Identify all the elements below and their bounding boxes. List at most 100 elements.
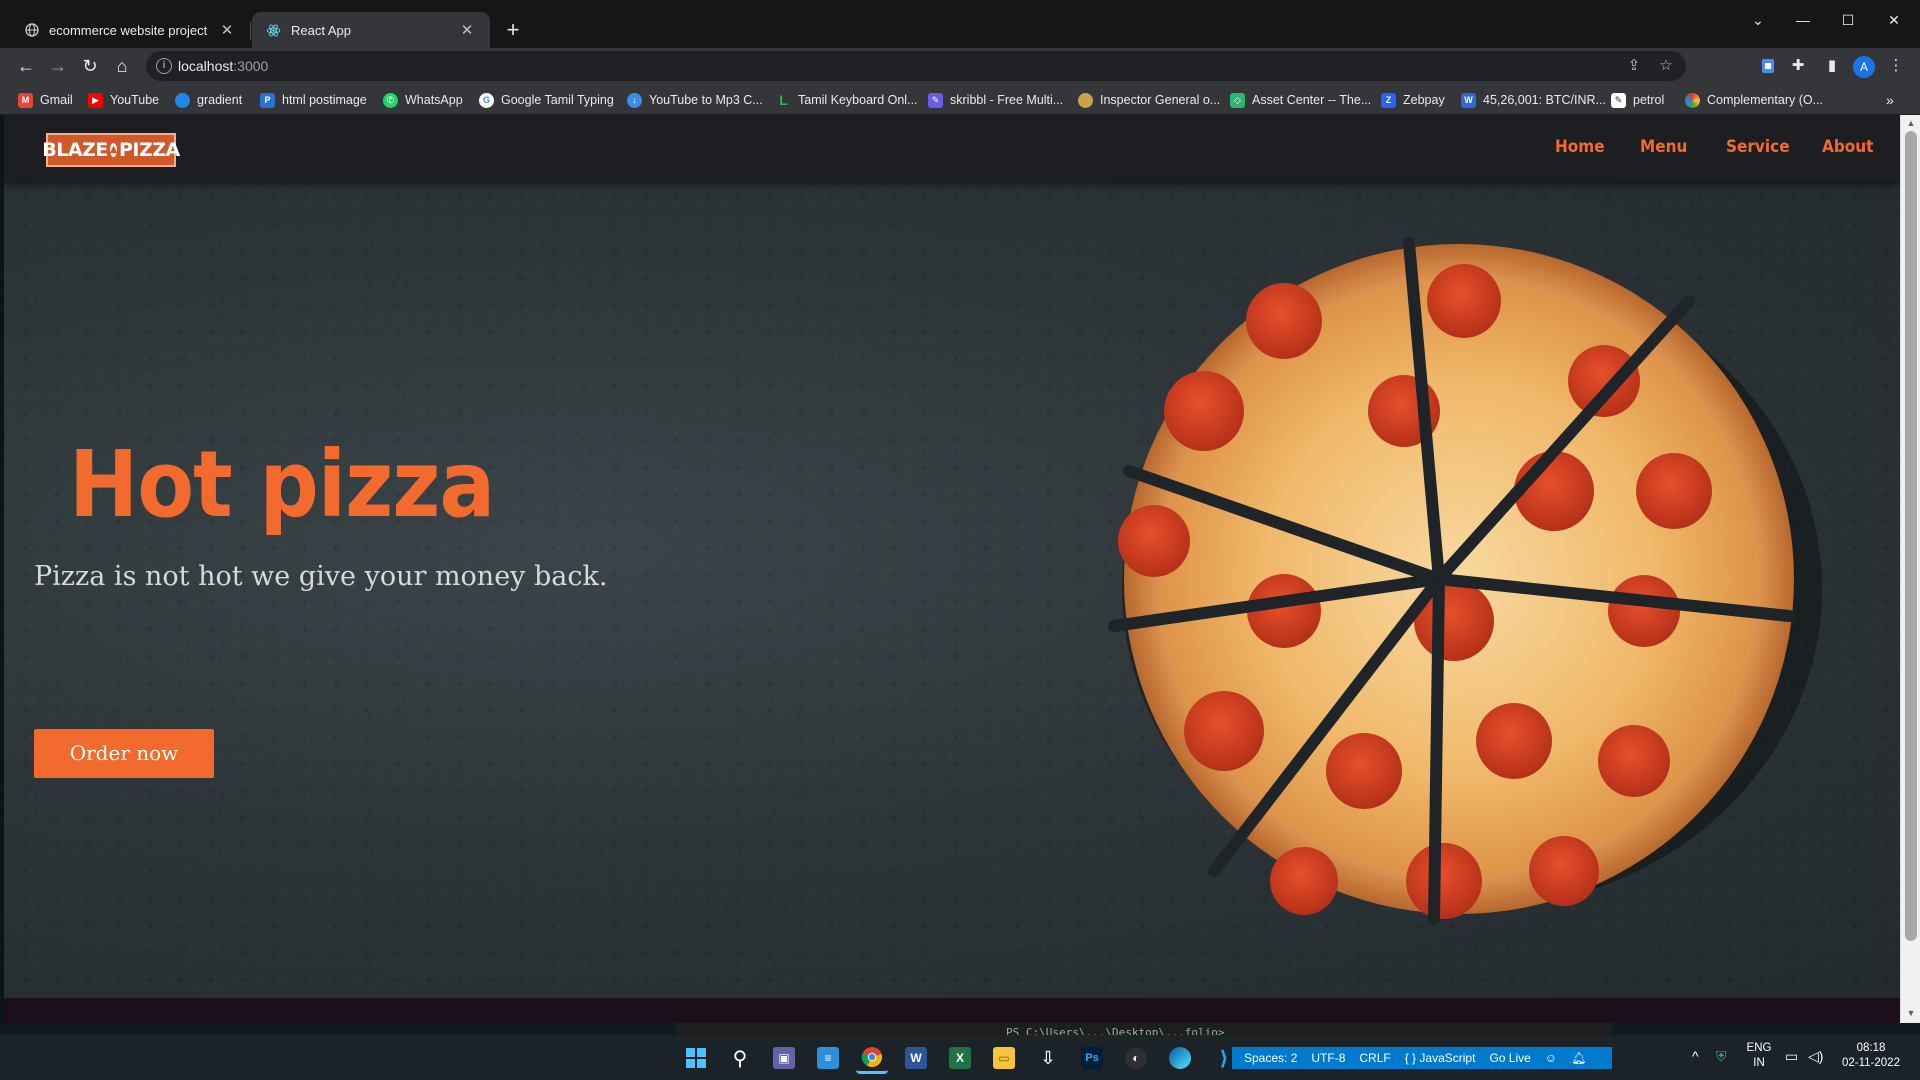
photoshop-icon[interactable]: Ps	[1076, 1042, 1108, 1074]
keyboard-l-icon: L	[779, 92, 788, 108]
bookmark-tamil-typing[interactable]: G Google Tamil Typing	[479, 90, 614, 110]
bookmark-whatsapp[interactable]: ✆ WhatsApp	[383, 90, 463, 110]
colorwheel-icon	[1685, 92, 1700, 108]
whatsapp-icon: ✆	[383, 92, 398, 108]
gmail-icon: M	[18, 92, 33, 108]
pizza-image	[1108, 237, 1822, 925]
teams-chat-icon[interactable]: ▣	[768, 1042, 800, 1074]
windows-taskbar: ⚲ ▣ ≡ W X ▭ ⇩ Ps ◐ ⟩ Spaces: 2 UTF-8 CRL…	[0, 1035, 1920, 1080]
emblem-icon	[1078, 92, 1093, 108]
status-encoding[interactable]: UTF-8	[1311, 1051, 1345, 1065]
bookmark-tamil-keyboard[interactable]: L Tamil Keyboard Onl...	[776, 90, 917, 110]
side-panel-icon[interactable]: ▮	[1820, 54, 1844, 78]
edge-icon[interactable]	[1164, 1042, 1196, 1074]
youtube-icon: ▶	[88, 92, 103, 108]
profile-avatar[interactable]: A	[1853, 56, 1875, 78]
maximize-icon[interactable]: ☐	[1828, 8, 1868, 32]
bookmark-zebpay[interactable]: Z Zebpay	[1381, 90, 1445, 110]
postimage-icon: P	[260, 92, 275, 108]
forward-icon[interactable]: →	[44, 52, 72, 80]
site-navbar: BLAZE ▲ PIZZA Home Menu Service About	[4, 115, 1900, 181]
clock[interactable]: 08:18 02-11-2022	[1836, 1041, 1906, 1071]
site-logo[interactable]: BLAZE ▲ PIZZA	[42, 133, 180, 167]
file-explorer-icon[interactable]: ▭	[988, 1042, 1020, 1074]
share-icon[interactable]: ⇪	[1624, 56, 1644, 76]
bookmark-btc-inr[interactable]: W 45,26,001: BTC/INR...	[1461, 90, 1606, 110]
word-icon[interactable]: W	[900, 1042, 932, 1074]
bookmark-postimage[interactable]: Phtml postimage	[260, 90, 367, 110]
volume-icon[interactable]: ◁)	[1808, 1048, 1823, 1065]
status-language[interactable]: { } JavaScript	[1405, 1051, 1476, 1065]
obs-icon[interactable]: ◐	[1120, 1042, 1152, 1074]
window-close-icon[interactable]: ✕	[1874, 8, 1914, 32]
tab-search-icon[interactable]: ⌄	[1738, 8, 1778, 32]
bookmark-petrol[interactable]: ✎ petrol	[1611, 90, 1664, 110]
security-shield-icon[interactable]: ⛨	[1716, 1048, 1727, 1065]
search-icon[interactable]: ⚲	[724, 1042, 756, 1074]
tab-title: React App	[291, 22, 351, 38]
bookmark-inspector[interactable]: Inspector General o...	[1078, 90, 1220, 110]
chevron-up-icon[interactable]: ^	[1692, 1048, 1699, 1064]
flame-icon: ▲	[109, 143, 118, 157]
minimize-icon[interactable]: —	[1783, 8, 1823, 32]
address-bar[interactable]: i localhost:3000 ⇪ ☆	[146, 51, 1686, 81]
zebpay-icon: Z	[1381, 92, 1396, 108]
reload-icon[interactable]: ↻	[76, 52, 104, 80]
bell-icon[interactable]: 🔔︎	[1571, 1051, 1586, 1065]
more-bookmarks-icon[interactable]: »	[1886, 90, 1894, 110]
hero-subtitle: Pizza is not hot we give your money back…	[34, 561, 608, 592]
tab-strip: ecommerce website project ✕ React App ✕ …	[0, 0, 1920, 48]
bookmark-star-icon[interactable]: ☆	[1656, 56, 1676, 76]
bookmark-complementary[interactable]: Complementary (O...	[1685, 90, 1823, 110]
scroll-down-icon[interactable]: ▼	[1905, 1007, 1917, 1019]
page-footer-strip	[4, 998, 1900, 1023]
bookmark-asset-center[interactable]: ◇ Asset Center -- The...	[1230, 90, 1371, 110]
back-icon[interactable]: ←	[12, 52, 40, 80]
nav-menu[interactable]: Menu	[1640, 137, 1687, 157]
new-tab-button[interactable]: +	[500, 18, 526, 44]
bookmark-gmail[interactable]: M Gmail	[18, 90, 73, 110]
nav-home[interactable]: Home	[1555, 137, 1605, 157]
extension-translate-icon[interactable]	[1756, 54, 1780, 78]
excel-icon[interactable]: X	[944, 1042, 976, 1074]
wazirx-icon: W	[1461, 92, 1476, 108]
scroll-up-icon[interactable]: ▲	[1905, 117, 1917, 129]
chrome-icon[interactable]	[856, 1042, 888, 1074]
url-text: localhost:3000	[178, 58, 269, 74]
language-indicator[interactable]: ENG IN	[1744, 1041, 1774, 1071]
status-spaces[interactable]: Spaces: 2	[1244, 1051, 1297, 1065]
installer-icon[interactable]: ⇩	[1032, 1042, 1064, 1074]
skribbl-icon: ✎	[928, 92, 943, 108]
extensions-puzzle-icon[interactable]: ✚	[1786, 54, 1810, 78]
gradient-icon	[175, 92, 190, 108]
more-menu-icon[interactable]: ⋮	[1884, 54, 1908, 78]
browser-chrome: ecommerce website project ✕ React App ✕ …	[0, 0, 1920, 115]
tab-ecommerce[interactable]: ecommerce website project ✕	[10, 12, 250, 48]
bookmark-youtube[interactable]: ▶ YouTube	[88, 90, 159, 110]
bookmark-gradient[interactable]: gradient	[175, 90, 242, 110]
status-eol[interactable]: CRLF	[1359, 1051, 1390, 1065]
notepad-icon[interactable]: ≡	[812, 1042, 844, 1074]
bookmark-skribbl[interactable]: ✎ skribbl - Free Multi...	[928, 90, 1063, 110]
site-info-icon[interactable]: i	[156, 58, 172, 74]
asset-icon: ◇	[1230, 92, 1245, 108]
order-now-button[interactable]: Order now	[34, 729, 214, 778]
home-icon[interactable]: ⌂	[108, 52, 136, 80]
page-viewport: BLAZE ▲ PIZZA Home Menu Service About Ho…	[4, 115, 1900, 1023]
page-scrollbar[interactable]: ▲ ▼	[1900, 115, 1920, 1023]
close-icon[interactable]: ✕	[218, 21, 236, 39]
hero-title: Hot pizza	[69, 431, 495, 538]
start-windows-icon[interactable]	[680, 1042, 712, 1074]
bookmark-yt-mp3[interactable]: ↓ YouTube to Mp3 C...	[627, 90, 763, 110]
bookmarks-bar: M Gmail ▶ YouTube gradient Phtml postimage…	[0, 84, 1920, 115]
tab-react-app[interactable]: React App ✕	[252, 12, 490, 48]
edit-icon: ✎	[1611, 92, 1626, 108]
scrollbar-thumb[interactable]	[1905, 131, 1917, 941]
nav-service[interactable]: Service	[1726, 137, 1790, 157]
status-go-live[interactable]: Go Live	[1489, 1051, 1530, 1065]
nav-about[interactable]: About	[1822, 137, 1874, 157]
feedback-icon[interactable]: ☺	[1545, 1051, 1557, 1065]
network-icon[interactable]: ▭	[1785, 1048, 1798, 1065]
tab-title: ecommerce website project	[49, 22, 208, 38]
close-icon[interactable]: ✕	[458, 21, 476, 39]
